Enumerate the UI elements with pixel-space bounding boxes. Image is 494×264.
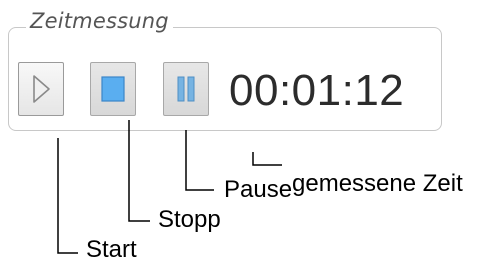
elapsed-time-display: 00:01:12 <box>229 66 405 115</box>
leader-stop <box>128 120 150 222</box>
leader-time <box>252 152 282 166</box>
callout-start: Start <box>86 236 137 263</box>
pause-button[interactable] <box>163 62 209 116</box>
stop-icon <box>101 76 125 102</box>
callout-elapsed-time: gemessene Zeit <box>292 170 463 197</box>
leader-start <box>57 138 78 254</box>
group-title: Zeitmessung <box>26 8 173 34</box>
callout-stop: Stopp <box>158 206 221 233</box>
stop-button[interactable] <box>90 62 136 116</box>
callout-pause: Pause <box>224 176 293 203</box>
pause-icon <box>177 76 195 102</box>
start-button[interactable] <box>18 62 64 116</box>
leader-pause <box>185 130 214 191</box>
play-icon <box>33 75 50 103</box>
